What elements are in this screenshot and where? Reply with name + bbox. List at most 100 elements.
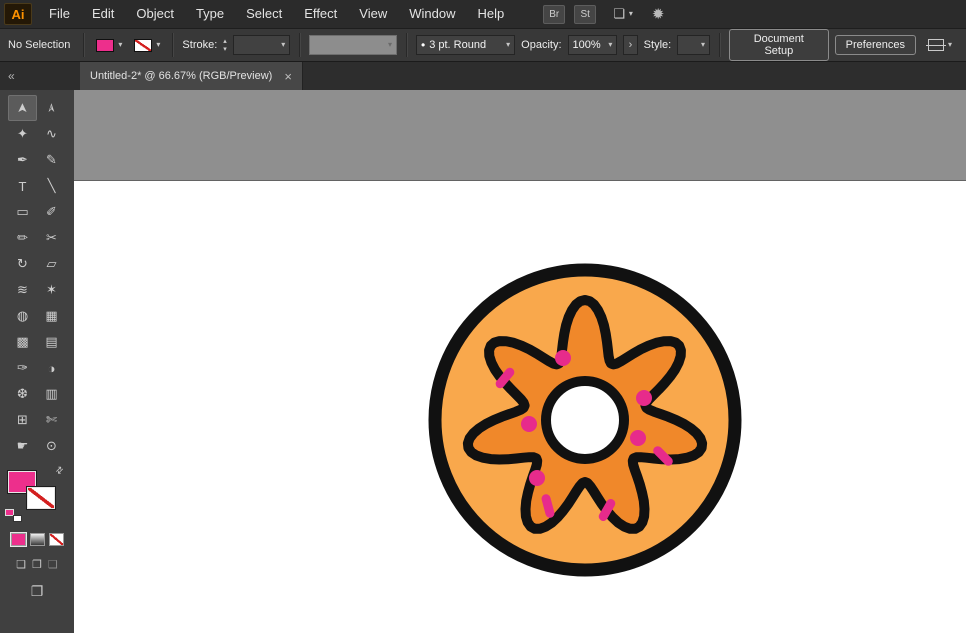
stroke-width-stepper[interactable]: ▴ ▾ xyxy=(223,38,227,53)
mesh-tool[interactable]: ▩ xyxy=(8,329,37,355)
rectangle-icon: ▭ xyxy=(16,204,28,220)
stroke-width-dropdown[interactable]: ▾ xyxy=(233,35,290,55)
scissors-tool[interactable]: ✂ xyxy=(37,225,66,251)
slice-tool[interactable]: ✄ xyxy=(37,407,66,433)
screen-mode-button[interactable]: ❐ xyxy=(31,583,44,600)
badge-br[interactable]: Br xyxy=(543,5,565,24)
gradient-mode-button[interactable] xyxy=(30,533,45,546)
preferences-button[interactable]: Preferences xyxy=(835,35,916,55)
eyedropper-icon: ✑ xyxy=(17,360,28,376)
menubar-badges: Br St xyxy=(543,5,596,24)
opacity-panel-arrow[interactable]: › xyxy=(623,35,637,55)
menu-type[interactable]: Type xyxy=(185,0,235,28)
draw-mode-3-icon[interactable]: ❑ xyxy=(48,558,58,571)
stroke-color-dropdown[interactable]: ▾ xyxy=(131,37,163,54)
eyedropper-tool[interactable]: ✑ xyxy=(8,355,37,381)
type-tool[interactable]: T xyxy=(8,173,37,199)
artboard-icon: ⊞ xyxy=(17,412,28,428)
brush-dropdown[interactable]: • 3 pt. Round ▾ xyxy=(416,35,515,55)
brush-thumbnail-icon: • xyxy=(421,38,425,52)
rotate-tool[interactable]: ↻ xyxy=(8,251,37,277)
chevron-down-icon: ▾ xyxy=(701,41,705,49)
brush-value: 3 pt. Round xyxy=(429,39,502,51)
close-icon[interactable]: × xyxy=(284,69,292,84)
tab-bar: « Untitled-2* @ 66.67% (RGB/Preview) × xyxy=(0,62,966,90)
menu-select[interactable]: Select xyxy=(235,0,293,28)
donut-artwork[interactable] xyxy=(415,250,755,590)
stepper-down-icon[interactable]: ▾ xyxy=(223,46,227,53)
chevron-down-icon: ▾ xyxy=(156,41,160,49)
chevron-down-icon: ▾ xyxy=(281,41,285,49)
perspective-grid-tool[interactable]: ▦ xyxy=(37,303,66,329)
width-tool[interactable]: ≋ xyxy=(8,277,37,303)
scale-tool[interactable]: ▱ xyxy=(37,251,66,277)
hand-tool[interactable]: ☛ xyxy=(8,433,37,459)
fill-color-dropdown[interactable]: ▾ xyxy=(93,37,125,54)
hand-icon: ☛ xyxy=(17,438,29,454)
divider xyxy=(83,33,84,57)
stepper-up-icon[interactable]: ▴ xyxy=(223,38,227,45)
rotate-icon: ↻ xyxy=(17,256,28,272)
blend-tool[interactable]: ◑ xyxy=(37,355,66,381)
selection-tool[interactable]: ➤ xyxy=(8,95,37,121)
divider xyxy=(406,33,407,57)
direct-selection-tool[interactable]: ➢ xyxy=(37,95,66,121)
lasso-tool[interactable]: ∿ xyxy=(37,121,66,147)
pen-tool[interactable]: ✒ xyxy=(8,147,37,173)
magic-wand-tool[interactable]: ✦ xyxy=(8,121,37,147)
draw-mode-1-icon[interactable]: ❏ xyxy=(16,558,26,571)
zoom-tool[interactable]: ⊙ xyxy=(37,433,66,459)
type-icon: T xyxy=(19,179,27,194)
menubar-right: Br St ❏ ▾ ✹ xyxy=(543,5,664,24)
badge-st[interactable]: St xyxy=(574,5,596,24)
cs-live-icon[interactable]: ✹ xyxy=(652,5,665,23)
free-transform-tool[interactable]: ✶ xyxy=(37,277,66,303)
shape-builder-tool[interactable]: ◍ xyxy=(8,303,37,329)
swap-fill-stroke-icon[interactable]: ⇄ xyxy=(54,464,67,477)
app-logo: Ai xyxy=(4,3,32,25)
opacity-dropdown[interactable]: 100% ▾ xyxy=(568,35,618,55)
lasso-icon: ∿ xyxy=(46,126,57,142)
menu-view[interactable]: View xyxy=(348,0,398,28)
stroke-label[interactable]: Stroke: xyxy=(182,39,217,51)
symbol-sprayer-tool[interactable]: ❆ xyxy=(8,381,37,407)
default-swatches-icon[interactable] xyxy=(5,509,22,522)
style-label[interactable]: Style: xyxy=(644,39,672,51)
none-mode-button[interactable] xyxy=(49,533,64,546)
slice-icon: ✄ xyxy=(46,412,57,428)
stroke-color-well[interactable] xyxy=(27,487,55,509)
panel-collapse-button[interactable]: « xyxy=(0,62,74,90)
menu-edit[interactable]: Edit xyxy=(81,0,125,28)
main-area: ➤➢ ✦ ∿ ✒✎ T ╲ ▭ ✐✏✂ ↻ ▱≋✶◍ ▦ ▩▤ ✑ ◑❆▥ ⊞ ✄ ☛ ⊙ ⇄ ❏ ❐ ❑ ❐ xyxy=(0,90,966,633)
curvature-tool[interactable]: ✎ xyxy=(37,147,66,173)
menu-object[interactable]: Object xyxy=(125,0,185,28)
column-graph-tool[interactable]: ▥ xyxy=(37,381,66,407)
pencil-tool[interactable]: ✏ xyxy=(8,225,37,251)
magic-wand-icon: ✦ xyxy=(17,126,28,142)
menu-items: FileEditObjectTypeSelectEffectViewWindow… xyxy=(38,0,515,28)
stroke-none-swatch xyxy=(134,39,152,52)
opacity-label[interactable]: Opacity: xyxy=(521,39,561,51)
artboard-tool[interactable]: ⊞ xyxy=(8,407,37,433)
screen-mode-icon: ❐ xyxy=(31,583,44,599)
document-setup-button[interactable]: Document Setup xyxy=(729,29,829,61)
workspace-switcher[interactable]: ❏ ▾ xyxy=(613,6,633,22)
menu-window[interactable]: Window xyxy=(398,0,466,28)
opacity-value[interactable]: 100% xyxy=(573,39,605,51)
chevron-down-icon: ▾ xyxy=(388,41,392,49)
style-dropdown[interactable]: ▾ xyxy=(677,35,710,55)
color-mode-button[interactable] xyxy=(11,533,26,546)
stroke-align-dropdown[interactable]: ▾ xyxy=(928,39,952,51)
paintbrush-tool[interactable]: ✐ xyxy=(37,199,66,225)
canvas[interactable] xyxy=(74,90,966,633)
document-tab[interactable]: Untitled-2* @ 66.67% (RGB/Preview) × xyxy=(80,62,303,90)
menu-help[interactable]: Help xyxy=(466,0,515,28)
menu-effect[interactable]: Effect xyxy=(293,0,348,28)
menu-file[interactable]: File xyxy=(38,0,81,28)
line-segment-tool[interactable]: ╲ xyxy=(37,173,66,199)
chevron-down-icon: ▾ xyxy=(629,10,633,18)
rectangle-tool[interactable]: ▭ xyxy=(8,199,37,225)
draw-mode-2-icon[interactable]: ❐ xyxy=(32,558,42,571)
gradient-tool[interactable]: ▤ xyxy=(37,329,66,355)
perspective-grid-icon: ▦ xyxy=(45,308,57,324)
